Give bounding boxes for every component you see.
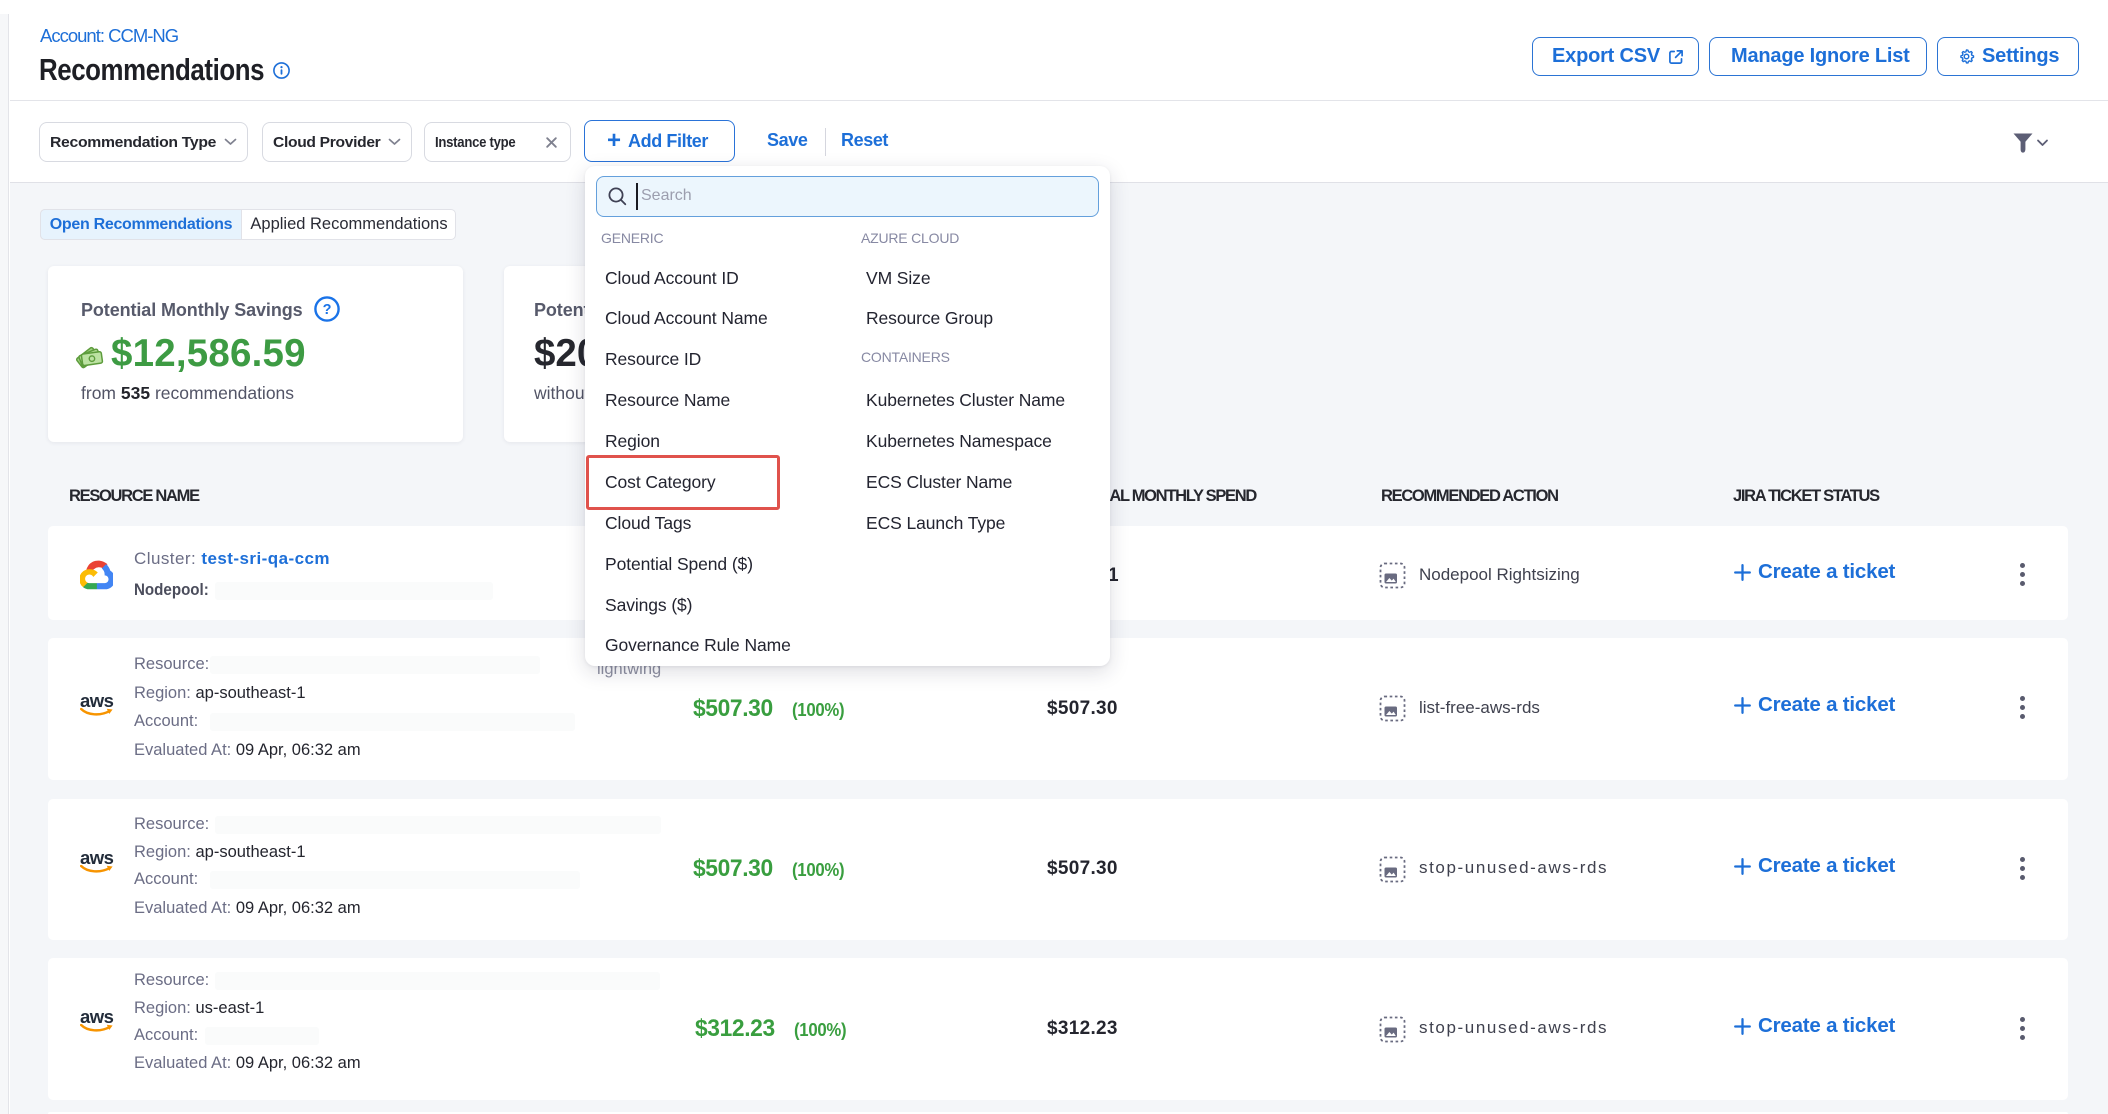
svg-text:?: ?	[323, 302, 332, 318]
